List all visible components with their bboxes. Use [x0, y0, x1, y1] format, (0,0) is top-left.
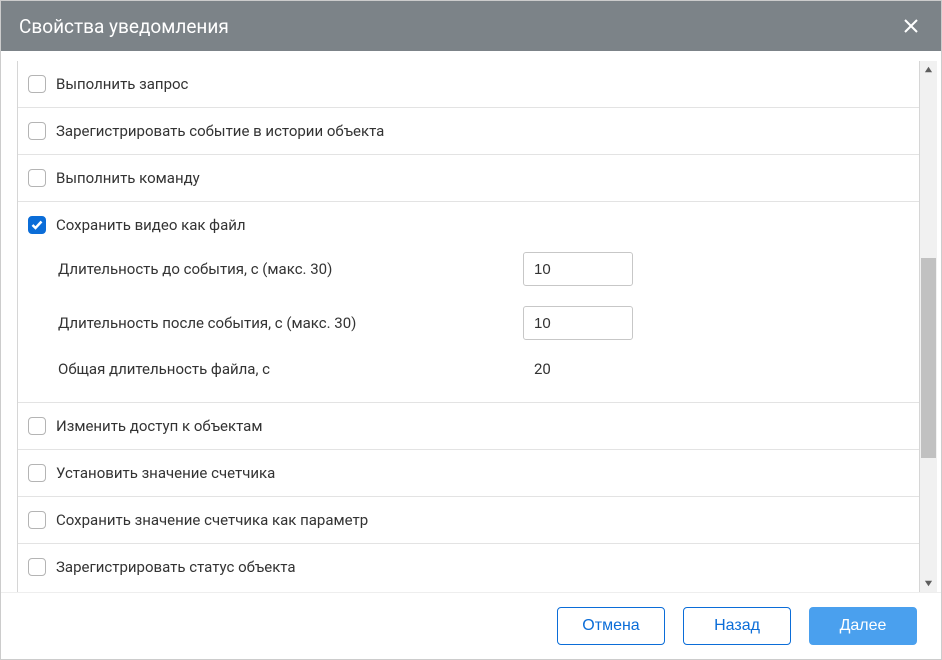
option-row: Зарегистрировать событие в истории объек… [18, 107, 919, 154]
sub-row-value [523, 306, 633, 340]
dialog-title: Свойства уведомления [19, 15, 229, 38]
option-row-head: Сохранить значение счетчика как параметр [28, 511, 919, 529]
option-label: Выполнить запрос [56, 75, 188, 93]
option-label: Выполнить команду [56, 169, 200, 187]
option-checkbox[interactable] [28, 558, 46, 576]
option-checkbox[interactable] [28, 122, 46, 140]
option-list: Выполнить запрос Зарегистрировать событие… [17, 61, 920, 592]
option-checkbox[interactable] [28, 417, 46, 435]
option-row: Установить значение счетчика [18, 449, 919, 496]
option-label: Сохранить значение счетчика как параметр [56, 511, 368, 529]
back-button[interactable]: Назад [683, 607, 791, 645]
sub-row-label: Общая длительность файла, с [58, 360, 523, 378]
dialog-body: Выполнить запрос Зарегистрировать событие… [1, 51, 941, 592]
option-label: Установить значение счетчика [56, 464, 275, 482]
option-row-head: Изменить доступ к объектам [28, 417, 919, 435]
option-row: Изменить доступ к объектам [18, 402, 919, 449]
sub-row: Длительность до события, с (макс. 30) [58, 242, 919, 296]
option-row-head: Установить значение счетчика [28, 464, 919, 482]
option-row-head: Зарегистрировать статус объекта [28, 558, 919, 576]
option-row-head: Сохранить видео как файл [28, 216, 919, 234]
option-label: Зарегистрировать событие в истории объек… [56, 122, 384, 140]
option-checkbox[interactable] [28, 216, 46, 234]
scroll-down-icon[interactable] [920, 575, 937, 592]
dialog-header: Свойства уведомления [1, 1, 941, 51]
option-label: Сохранить видео как файл [56, 216, 246, 234]
option-row-head: Выполнить запрос [28, 75, 919, 93]
dialog: Свойства уведомления Выполнить запрос Зар… [0, 0, 942, 660]
option-sub: Длительность до события, с (макс. 30) Дли… [28, 242, 919, 388]
next-button[interactable]: Далее [809, 607, 917, 645]
scrollbar[interactable] [920, 61, 937, 592]
option-row: Сохранить видео как файл Длительность до … [18, 201, 919, 402]
option-checkbox[interactable] [28, 169, 46, 187]
scroll-up-icon[interactable] [920, 61, 937, 78]
option-checkbox[interactable] [28, 464, 46, 482]
option-checkbox[interactable] [28, 75, 46, 93]
sub-row-label: Длительность до события, с (макс. 30) [58, 260, 523, 278]
option-row: Выполнить команду [18, 154, 919, 201]
option-row-head: Зарегистрировать событие в истории объек… [28, 122, 919, 140]
sub-row: Общая длительность файла, с20 [58, 350, 919, 388]
sub-row-label: Длительность после события, с (макс. 30) [58, 314, 523, 332]
scroll-thumb[interactable] [921, 258, 936, 458]
sub-row-input[interactable] [523, 306, 633, 340]
cancel-button[interactable]: Отмена [557, 607, 665, 645]
option-row: Зарегистрировать статус объекта [18, 543, 919, 590]
option-label: Изменить доступ к объектам [56, 417, 262, 435]
sub-row-input[interactable] [523, 252, 633, 286]
dialog-footer: Отмена Назад Далее [1, 592, 941, 659]
close-icon[interactable] [899, 14, 923, 38]
option-label: Зарегистрировать статус объекта [56, 558, 296, 576]
option-row-head: Выполнить команду [28, 169, 919, 187]
sub-row-value [523, 252, 633, 286]
option-row: Выполнить запрос [18, 61, 919, 107]
scroll-track[interactable] [920, 78, 937, 575]
option-row: Сохранить значение счетчика как параметр [18, 496, 919, 543]
option-checkbox[interactable] [28, 511, 46, 529]
sub-row: Длительность после события, с (макс. 30) [58, 296, 919, 350]
sub-row-value: 20 [523, 360, 551, 378]
